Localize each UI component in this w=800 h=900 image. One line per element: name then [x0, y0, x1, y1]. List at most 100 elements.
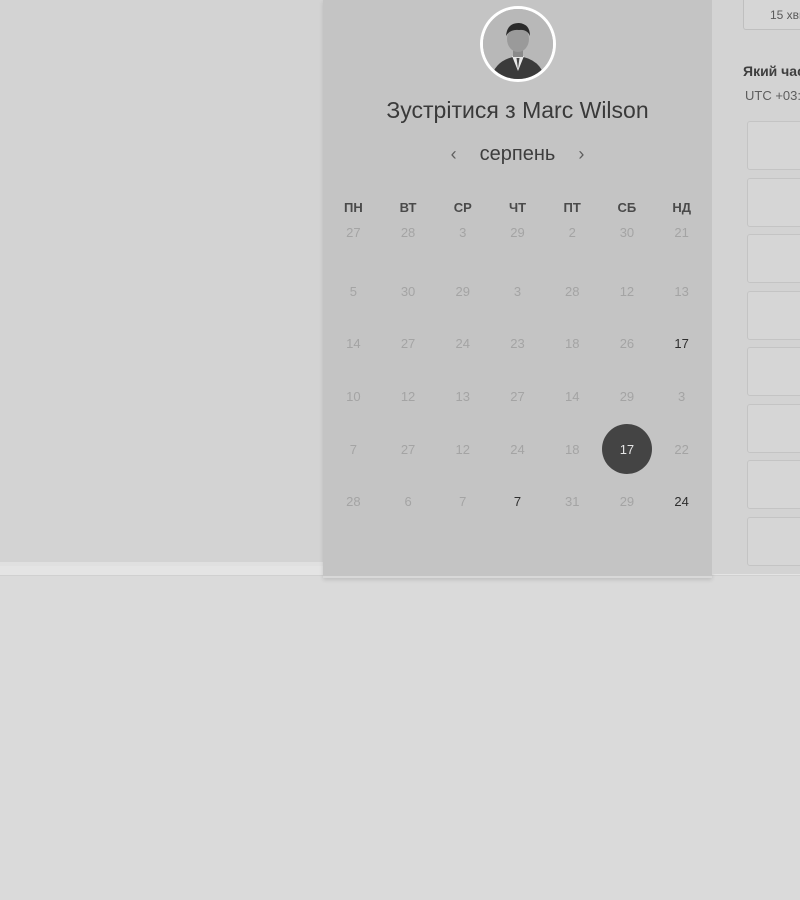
calendar-day: 23 [490, 317, 545, 370]
calendar-day: 26 [600, 317, 655, 370]
day-number: 22 [674, 441, 689, 457]
calendar-day: 24 [435, 317, 490, 370]
day-number: 18 [564, 441, 580, 457]
calendar-day: 28 [326, 475, 381, 528]
chevron-left-icon[interactable]: ‹ [446, 144, 462, 165]
time-slot-button[interactable] [747, 290, 800, 340]
day-number: 29 [455, 283, 471, 299]
day-number: 29 [510, 225, 525, 240]
day-number: 17 [601, 424, 652, 475]
calendar-day: 27 [326, 212, 381, 265]
day-number: 27 [400, 336, 416, 352]
calendar-day: 7 [435, 475, 490, 528]
calendar-day: 18 [545, 317, 600, 370]
calendar-day: 13 [654, 265, 709, 318]
day-number: 27 [510, 388, 525, 404]
page-title: Зустрітися з Marc Wilson [386, 97, 649, 123]
day-number: 28 [400, 225, 416, 240]
calendar-day: 13 [435, 370, 490, 423]
day-number: 12 [400, 388, 416, 404]
day-number: 17 [674, 336, 689, 352]
duration-select[interactable]: 15 хвилин [743, 0, 800, 30]
chevron-right-icon[interactable]: › [573, 144, 589, 165]
day-number: 6 [404, 494, 412, 510]
day-number: 7 [349, 441, 357, 457]
calendar-day: 21 [654, 212, 709, 265]
day-number: 26 [619, 336, 635, 352]
day-number: 5 [349, 283, 357, 299]
day-number: 21 [674, 225, 689, 240]
time-heading: Який час найкраще? [743, 63, 800, 79]
calendar-day: 30 [381, 265, 436, 318]
day-number: 18 [564, 336, 580, 352]
day-number: 10 [346, 388, 361, 404]
day-number: 30 [619, 225, 635, 240]
calendar-day: 14 [545, 370, 600, 423]
calendar-day: 2 [545, 212, 600, 265]
calendar-day: 29 [600, 475, 655, 528]
day-number: 29 [619, 494, 635, 510]
day-number: 28 [564, 283, 580, 299]
time-slot-button[interactable] [747, 234, 800, 283]
timezone-label[interactable]: UTC +03:00 [745, 88, 800, 103]
calendar-day: 28 [381, 212, 436, 265]
calendar-day: 12 [381, 370, 436, 423]
calendar-day: 10 [326, 370, 381, 423]
day-number: 2 [568, 225, 576, 240]
calendar-day[interactable]: 24 [654, 475, 709, 528]
calendar-day: 14 [326, 317, 381, 370]
day-number: 3 [513, 283, 522, 299]
calendar-day: 7 [326, 423, 381, 476]
calendar-day: 27 [490, 370, 545, 423]
day-number: 3 [678, 388, 686, 404]
time-slot-button[interactable] [747, 403, 800, 453]
time-slot-button[interactable] [747, 347, 800, 396]
day-number: 3 [459, 225, 467, 240]
day-number: 27 [346, 225, 361, 240]
day-number: 30 [400, 283, 416, 299]
calendar-day: 24 [490, 423, 545, 476]
time-slot-button[interactable] [747, 516, 800, 566]
calendar-day: 28 [545, 265, 600, 318]
day-number: 28 [346, 494, 361, 510]
time-slot-button[interactable] [747, 121, 800, 170]
calendar-day: 27 [381, 423, 436, 476]
day-number: 13 [674, 283, 689, 299]
month-navigation: ‹ серпень › [323, 143, 712, 166]
calendar-day: 6 [381, 475, 436, 528]
avatar-person-icon [483, 9, 553, 79]
page-background-left [0, 0, 323, 566]
calendar-day: 27 [381, 317, 436, 370]
calendar-day[interactable]: 7 [490, 475, 545, 528]
booking-calendar-panel: Зустрітися з Marc Wilson ‹ серпень › ПН В… [323, 0, 712, 578]
day-number: 12 [619, 283, 635, 299]
day-number: 12 [455, 441, 471, 457]
day-number: 31 [564, 494, 580, 510]
avatar [480, 6, 556, 82]
day-number: 13 [455, 388, 471, 404]
calendar-day: 3 [654, 370, 709, 423]
day-number: 23 [510, 336, 525, 352]
day-number: 7 [513, 494, 522, 510]
calendar-day: 12 [435, 423, 490, 476]
time-slot-button[interactable] [747, 177, 800, 227]
day-number: 24 [674, 494, 689, 510]
day-number: 7 [459, 494, 467, 510]
day-number: 14 [564, 388, 580, 404]
calendar-day: 29 [435, 265, 490, 318]
calendar-grid: 27 28 3 29 2 30 21 5 30 29 3 28 12 13 14 27 24 23 18 26 17 10… [326, 212, 709, 528]
time-selection-panel: 15 хвилин Який час найкраще? UTC +03:00 [712, 0, 800, 574]
calendar-day: 18 [545, 423, 600, 476]
calendar-day: 29 [490, 212, 545, 265]
time-slot-button[interactable] [747, 460, 800, 509]
calendar-day: 30 [600, 212, 655, 265]
day-number: 14 [346, 336, 361, 352]
calendar-day-selected[interactable]: 17 [600, 423, 655, 476]
calendar-day: 5 [326, 265, 381, 318]
day-number: 24 [455, 336, 471, 352]
month-label: серпень [479, 143, 556, 165]
day-number: 27 [400, 441, 416, 457]
calendar-day: 12 [600, 265, 655, 318]
calendar-day[interactable]: 17 [654, 317, 709, 370]
calendar-day: 22 [654, 423, 709, 476]
